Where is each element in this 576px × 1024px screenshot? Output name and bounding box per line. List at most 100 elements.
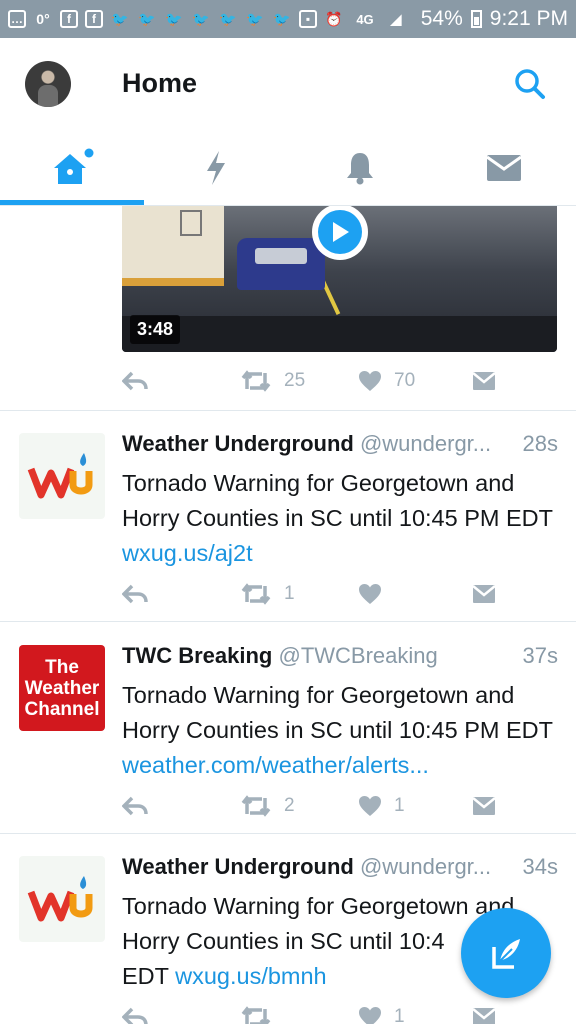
tweet-actions: 25 70 [122, 366, 502, 396]
wu-logo[interactable] [19, 856, 105, 942]
like-button[interactable] [358, 579, 394, 609]
wu-logo[interactable] [19, 433, 105, 519]
app-bar: Home [0, 38, 576, 130]
like-count: 70 [394, 370, 416, 391]
author-name[interactable]: TWC Breaking [122, 643, 272, 668]
reply-icon [122, 371, 148, 391]
track-surface [122, 316, 557, 352]
home-icon [54, 148, 94, 184]
tweet-actions: 1 [122, 1002, 502, 1024]
tweet-actions: 1 [122, 579, 502, 609]
signal-icon: ◢ [390, 10, 402, 27]
twitter-icon: 🐦 [192, 10, 210, 27]
compose-tweet-button[interactable] [461, 908, 551, 998]
tweet-link[interactable]: weather.com/weather/alerts... [122, 752, 429, 778]
author-name[interactable]: Weather Underground [122, 431, 354, 456]
battery-percent: 54% [420, 7, 463, 30]
tweet-link[interactable]: wxug.us/bmnh [175, 963, 327, 989]
heart-icon [359, 796, 381, 816]
dm-button[interactable] [472, 366, 496, 396]
envelope-icon [472, 1008, 496, 1024]
like-count: 1 [394, 1006, 405, 1024]
tweet-body: Tornado Warning for Georgetown and Horry… [122, 470, 553, 531]
profile-avatar[interactable] [25, 61, 71, 107]
retweet-button[interactable] [240, 1002, 284, 1024]
author-handle[interactable]: @TWCBreaking [278, 643, 437, 668]
tweet-body: Tornado Warning for Georgetown and Horry… [122, 893, 515, 954]
retweet-button[interactable]: 25 [240, 366, 305, 396]
video-duration: 3:48 [130, 315, 181, 344]
dm-button[interactable] [472, 1002, 496, 1024]
twitter-icon: 🐦 [165, 10, 183, 27]
retweet-button[interactable]: 2 [240, 791, 295, 821]
video-thumbnail [122, 206, 224, 286]
reply-button[interactable] [122, 366, 148, 396]
tweet-item[interactable]: Weather Underground @wundergr... 28s Tor… [0, 411, 576, 621]
envelope-icon [472, 585, 496, 603]
search-icon [515, 69, 545, 99]
race-car [237, 238, 325, 290]
tweet-link[interactable]: wxug.us/aj2t [122, 540, 253, 566]
author-handle[interactable]: @wundergr... [360, 431, 491, 456]
retweet-count: 2 [284, 795, 295, 816]
like-button[interactable]: 1 [358, 1002, 405, 1024]
tab-home[interactable] [0, 130, 144, 206]
reply-button[interactable] [122, 791, 148, 821]
temperature-text: 0° [36, 11, 50, 27]
reply-icon [122, 796, 148, 816]
tweet-header: Weather Underground @wundergr... [122, 431, 558, 463]
tweet-header: Weather Underground @wundergr... [122, 854, 558, 886]
tweet-timestamp: 34s [516, 854, 558, 880]
dm-button[interactable] [472, 579, 496, 609]
lightning-icon [207, 151, 225, 185]
active-tab-indicator [0, 200, 144, 205]
alarm-icon: ⏰ [325, 10, 343, 27]
envelope-icon [486, 155, 522, 181]
reply-button[interactable] [122, 1002, 148, 1024]
retweet-icon [241, 583, 271, 605]
envelope-icon [472, 372, 496, 390]
tab-notifications[interactable] [288, 130, 432, 206]
twc-logo[interactable]: The Weather Channel [19, 645, 105, 731]
tweet-item[interactable]: The Weather Channel TWC Breaking @TWCBre… [0, 623, 576, 833]
play-icon [333, 222, 349, 242]
tab-bar [0, 130, 576, 206]
like-button[interactable]: 1 [358, 791, 405, 821]
tab-moments[interactable] [144, 130, 288, 206]
tweet-timestamp: 28s [516, 431, 558, 457]
retweet-icon [241, 795, 271, 817]
twitter-icon: 🐦 [138, 10, 156, 27]
retweet-count: 1 [284, 583, 295, 604]
clock: 9:21 PM [489, 7, 568, 30]
like-button[interactable]: 70 [358, 366, 415, 396]
compose-icon [492, 939, 520, 969]
page-title: Home [122, 68, 198, 98]
dm-button[interactable] [472, 791, 496, 821]
retweet-icon [241, 370, 271, 392]
tab-messages[interactable] [432, 130, 576, 206]
author-handle[interactable]: @wundergr... [360, 854, 491, 879]
twitter-icon: 🐦 [111, 10, 129, 27]
logo-line: Channel [24, 698, 100, 720]
heart-icon [359, 371, 381, 391]
flipboard-icon: f [60, 10, 78, 28]
tweet-body-end: EDT [122, 963, 176, 989]
play-button[interactable] [312, 206, 368, 260]
reply-icon [122, 1007, 148, 1024]
retweet-button[interactable]: 1 [240, 579, 295, 609]
search-button[interactable] [512, 66, 548, 102]
author-name[interactable]: Weather Underground [122, 854, 354, 879]
tweet-header: TWC Breaking @TWCBreaking [122, 643, 558, 675]
retweet-icon [241, 1006, 271, 1024]
video-player[interactable]: 3:48 [122, 206, 557, 352]
reply-button[interactable] [122, 579, 148, 609]
wu-logo-mark [27, 876, 93, 922]
bell-icon [347, 153, 373, 185]
flipboard-icon: f [85, 10, 103, 28]
timeline: 3:48 25 70 Weather Underground @wundergr… [0, 206, 576, 1024]
reply-icon [122, 584, 148, 604]
play-circle [318, 210, 362, 254]
logo-line: The [45, 656, 79, 678]
chat-icon: … [8, 10, 26, 28]
retweet-count: 25 [284, 370, 306, 391]
